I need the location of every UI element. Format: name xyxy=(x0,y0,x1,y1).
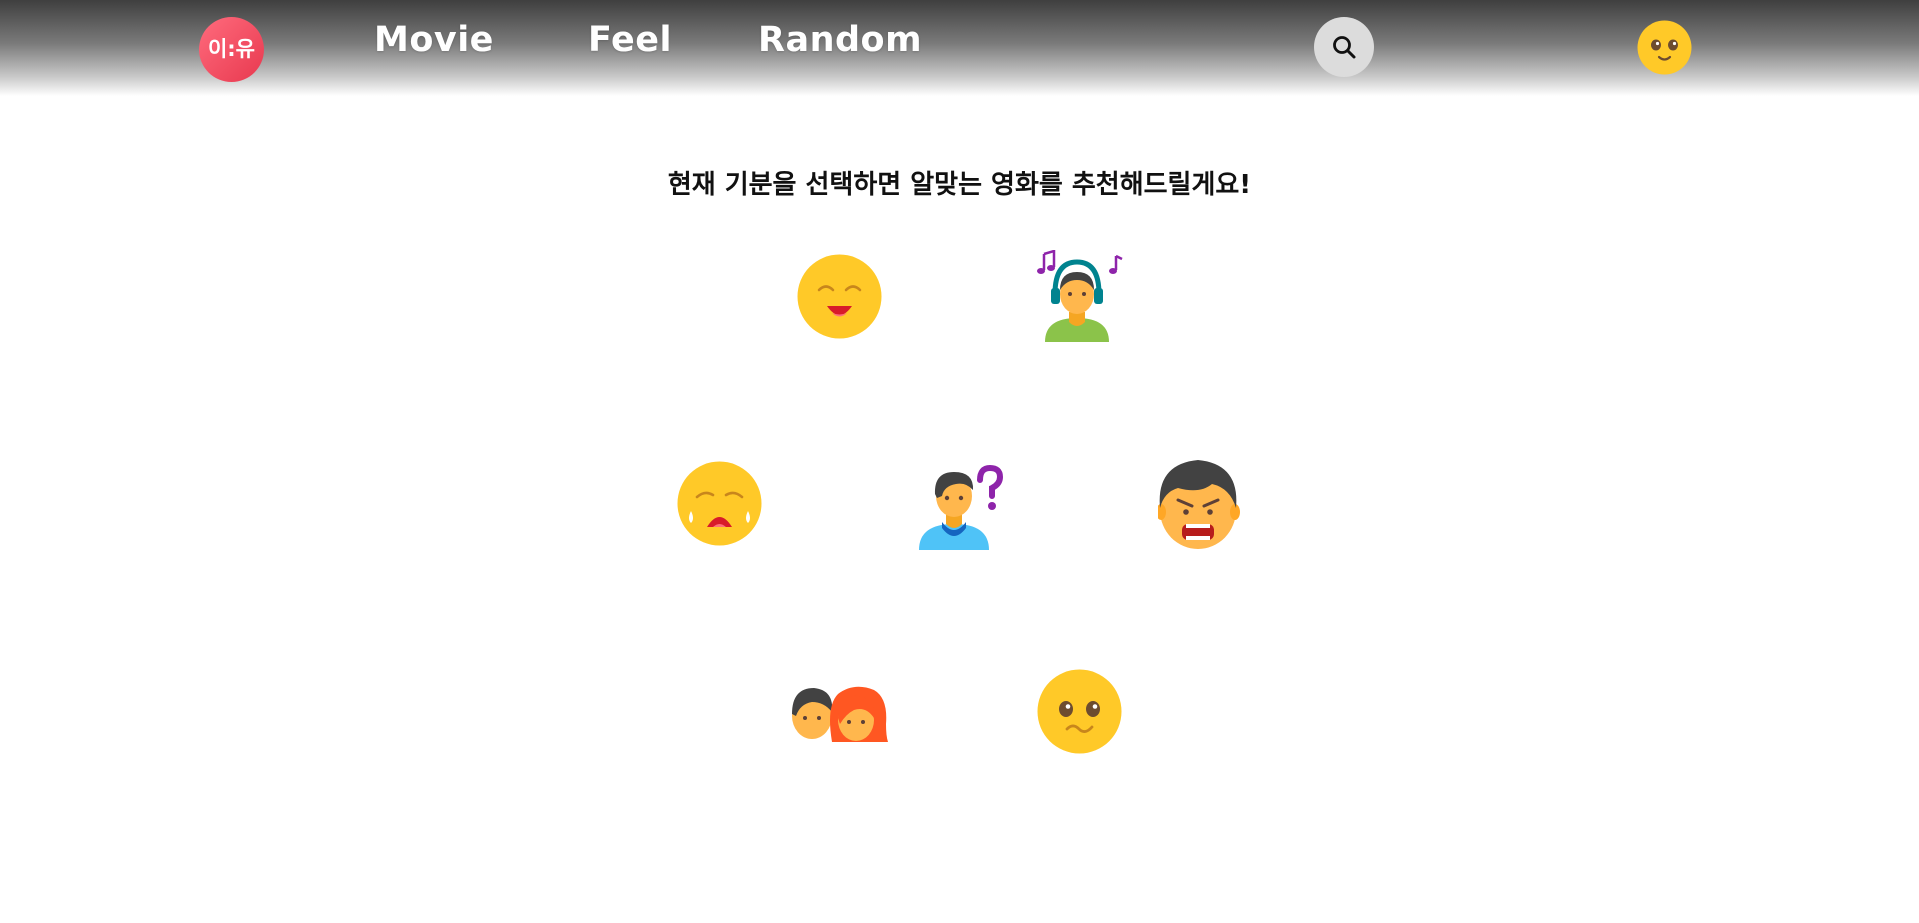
search-icon xyxy=(1333,36,1356,59)
nav-random[interactable]: Random xyxy=(758,20,922,60)
search-button[interactable] xyxy=(1314,17,1374,77)
nav-movie[interactable]: Movie xyxy=(374,20,494,60)
confused-person-icon xyxy=(919,464,1004,550)
worried-face-icon xyxy=(1037,669,1122,754)
smiling-face-icon xyxy=(1637,20,1692,75)
crying-face-icon xyxy=(677,461,762,546)
profile-avatar[interactable] xyxy=(1637,20,1692,75)
mood-sad[interactable] xyxy=(677,461,762,546)
nav-feel[interactable]: Feel xyxy=(588,20,672,60)
music-listener-icon xyxy=(1037,250,1123,342)
mood-angry[interactable] xyxy=(1158,458,1240,550)
logo-button[interactable]: 이:유 xyxy=(199,17,264,82)
mood-worried[interactable] xyxy=(1037,669,1122,754)
top-nav-bar: 이:유 Movie Feel Random xyxy=(0,0,1919,96)
couple-icon xyxy=(792,686,888,742)
angry-person-icon xyxy=(1158,460,1240,549)
page-heading: 현재 기분을 선택하면 알맞는 영화를 추천해드릴게요! xyxy=(667,170,1252,200)
happy-face-icon xyxy=(797,254,882,339)
mood-confused[interactable] xyxy=(916,458,1011,550)
mood-music[interactable] xyxy=(1030,250,1125,342)
mood-happy[interactable] xyxy=(797,254,882,339)
mood-love[interactable] xyxy=(788,684,888,742)
